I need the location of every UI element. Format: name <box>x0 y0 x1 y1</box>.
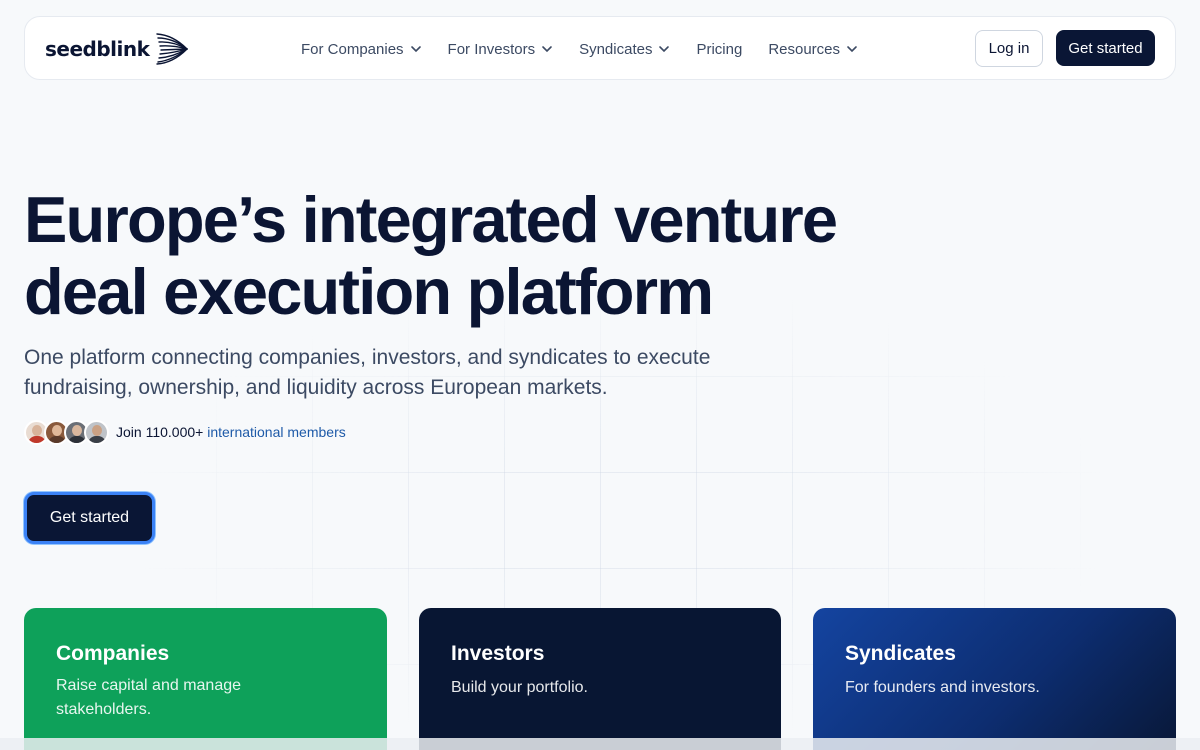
members-count: Join 110.000+ <box>116 424 204 440</box>
menu-syndicates[interactable]: Syndicates <box>579 41 670 58</box>
menu-label: Resources <box>768 40 841 58</box>
hero-subtitle: One platform connecting companies, inves… <box>24 343 784 403</box>
members-highlight: international members <box>207 424 346 440</box>
menu-pricing[interactable]: Pricing <box>696 41 742 58</box>
card-title: Companies <box>56 642 170 665</box>
menu-for-companies[interactable]: For Companies <box>301 41 422 58</box>
hero-title: Europe’s integrated venture deal executi… <box>24 184 844 328</box>
members-social-proof: Join 110.000+ international members <box>24 419 346 445</box>
card-description: For founders and investors. <box>845 679 1040 696</box>
chevron-down-icon <box>542 46 552 53</box>
members-text: Join 110.000+ international members <box>116 424 346 440</box>
hero-get-started-button[interactable]: Get started <box>24 492 155 544</box>
chevron-down-icon <box>659 46 670 53</box>
menu-for-investors[interactable]: For Investors <box>448 41 554 58</box>
card-investors[interactable]: Investors Build your portfolio. <box>419 608 781 750</box>
menu-label: Pricing <box>696 40 743 58</box>
card-description: Raise capital and manage stakeholders. <box>56 677 242 718</box>
card-syndicates[interactable]: Syndicates For founders and investors. <box>813 608 1176 750</box>
card-companies[interactable]: Companies Raise capital and manage stake… <box>24 608 387 750</box>
top-navigation: seedblink For Companies For Investors Sy… <box>24 16 1176 80</box>
seedblink-logo[interactable]: seedblink <box>45 33 191 65</box>
card-title: Investors <box>451 642 545 665</box>
menu-label: For Companies <box>301 40 404 58</box>
menu-label: For Investors <box>447 40 536 58</box>
chevron-down-icon <box>847 46 857 53</box>
hero-subtitle-line-1: One platform connecting companies, inves… <box>24 346 711 369</box>
hero-title-line-2: deal execution platform <box>24 255 714 328</box>
main-menu: For Companies For Investors Syndicates P… <box>301 17 884 81</box>
login-button[interactable]: Log in <box>975 30 1043 67</box>
chevron-down-icon <box>410 46 421 53</box>
logo-burst-icon <box>156 33 189 65</box>
avatar <box>84 419 109 445</box>
get-started-nav-button[interactable]: Get started <box>1056 30 1155 66</box>
menu-label: Syndicates <box>579 40 653 58</box>
card-description: Build your portfolio. <box>451 679 588 696</box>
hero-title-line-1: Europe’s integrated venture <box>24 183 838 256</box>
logo-wordmark: seedblink <box>45 37 150 61</box>
cookie-banner-edge <box>0 738 1200 750</box>
menu-resources[interactable]: Resources <box>768 41 858 58</box>
card-title: Syndicates <box>845 642 956 665</box>
member-avatars <box>24 419 109 445</box>
hero-subtitle-line-2: fundraising, ownership, and liquidity ac… <box>24 376 608 399</box>
